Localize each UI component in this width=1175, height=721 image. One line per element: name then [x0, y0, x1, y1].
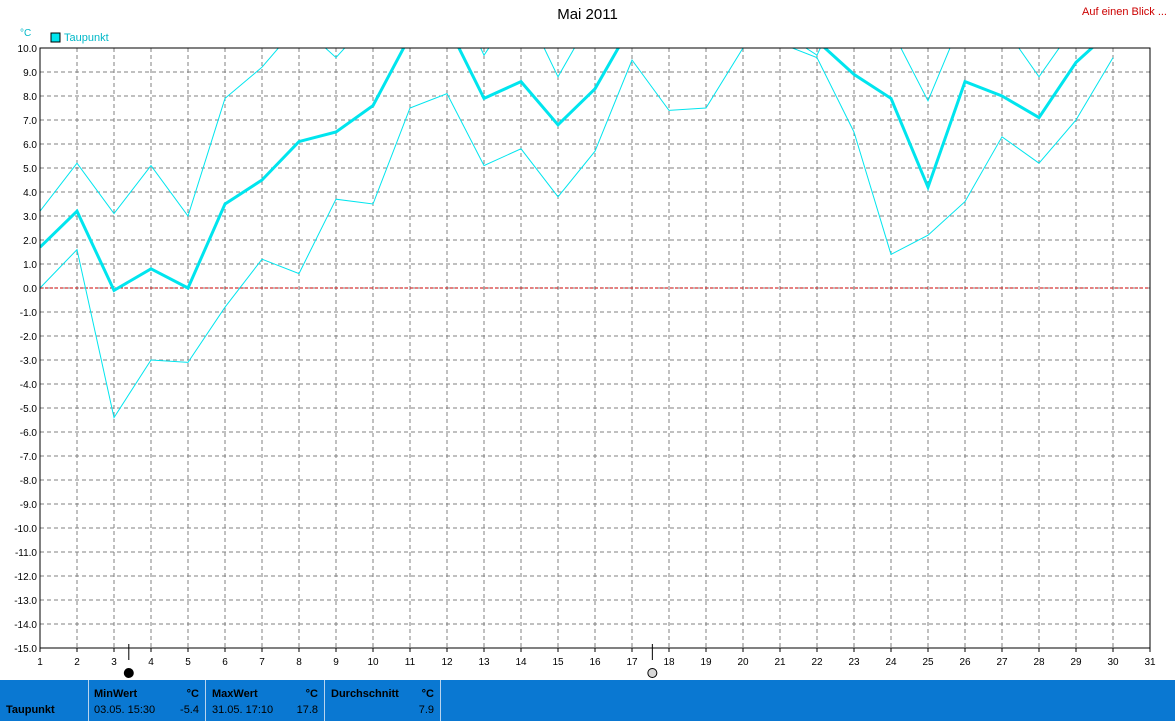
x-tick-label: 3 [111, 657, 117, 668]
x-tick-label: 13 [478, 657, 490, 668]
moon-markers [123, 644, 658, 678]
y-tick-label: 3.0 [23, 212, 37, 223]
x-tick-label: 11 [405, 657, 416, 668]
x-tick-label: 15 [552, 657, 564, 668]
y-tick-label: -5.0 [20, 404, 38, 415]
series-line-min [40, 48, 1114, 419]
x-tick-label: 4 [148, 657, 154, 668]
legend-label: Taupunkt [64, 32, 109, 44]
y-tick-label: -7.0 [20, 452, 38, 463]
stats-min-unit: °C [186, 688, 199, 700]
y-tick-label: -10.0 [14, 524, 37, 535]
y-tick-label: -8.0 [20, 476, 38, 487]
stats-min-cell: MinWert °C 03.05. 15:30 -5.4 [88, 680, 206, 721]
x-tick-label: 12 [441, 657, 453, 668]
y-tick-label: -4.0 [20, 380, 38, 391]
x-tick-label: 5 [185, 657, 191, 668]
series-line-avg [40, 48, 1095, 293]
stats-max-unit: °C [305, 688, 318, 700]
x-tick-label: 8 [296, 657, 302, 668]
x-tick-label: 24 [885, 657, 897, 668]
dewpoint-chart: 10.0 9.0 8.0 7.0 6.0 5.0 4.0 3.0 2.0 1.0 0.0 -1.0 -2… [14, 28, 1156, 678]
y-tick-label: 1.0 [23, 260, 37, 271]
y-tick-label: 4.0 [23, 188, 37, 199]
x-tick-label: 27 [996, 657, 1008, 668]
plot-frame [39, 47, 1151, 649]
x-tick-label: 31 [1144, 657, 1156, 668]
x-tick-label: 2 [74, 657, 80, 668]
stats-max-label: MaxWert [212, 688, 258, 700]
stats-min-value: -5.4 [180, 704, 199, 716]
y-tick-label: -3.0 [20, 356, 38, 367]
grid [40, 48, 1150, 648]
x-tick-label: 7 [259, 657, 265, 668]
x-tick-label: 20 [737, 657, 749, 668]
x-tick-label: 23 [848, 657, 860, 668]
stats-avg-unit: °C [421, 688, 434, 700]
x-tick-label: 28 [1033, 657, 1045, 668]
y-tick-label: -9.0 [20, 500, 38, 511]
y-tick-label: 2.0 [23, 236, 37, 247]
y-tick-label: -11.0 [15, 548, 37, 559]
stats-min-label: MinWert [94, 688, 138, 700]
y-tick-label: 9.0 [23, 68, 37, 79]
x-tick-label: 30 [1107, 657, 1119, 668]
x-tick-label: 16 [589, 657, 601, 668]
x-tick-label: 22 [811, 657, 823, 668]
legend: Taupunkt [50, 32, 109, 44]
y-axis-unit: °C [20, 28, 31, 39]
full-moon-icon [647, 668, 658, 678]
y-tick-label: -15.0 [14, 644, 37, 655]
stats-max-value: 17.8 [296, 704, 318, 716]
y-tick-label: -12.0 [14, 572, 37, 583]
x-tick-label: 6 [222, 657, 228, 668]
stats-avg-value: 7.9 [418, 704, 434, 716]
x-tick-label: 29 [1070, 657, 1082, 668]
y-tick-label: 10.0 [18, 44, 38, 55]
x-tick-label: 26 [959, 657, 971, 668]
y-tick-label: -1.0 [20, 308, 38, 319]
x-tick-label: 10 [367, 657, 379, 668]
y-tick-labels: 10.0 9.0 8.0 7.0 6.0 5.0 4.0 3.0 2.0 1.0 0.0 -1.0 -2… [14, 44, 37, 655]
x-tick-label: 18 [663, 657, 675, 668]
stats-max-cell: MaxWert °C 31.05. 17:10 17.8 [206, 680, 325, 721]
stats-bar: Taupunkt MinWert °C 03.05. 15:30 -5.4 Ma… [0, 680, 1175, 721]
legend-swatch [50, 32, 61, 43]
y-tick-label: 6.0 [23, 140, 37, 151]
x-tick-label: 25 [922, 657, 934, 668]
x-tick-label: 1 [37, 657, 43, 668]
x-tick-label: 14 [515, 657, 527, 668]
stats-avg-cell: Durchschnitt °C 7.9 [325, 680, 441, 721]
y-tick-label: -14.0 [14, 620, 37, 631]
y-tick-label: -13.0 [14, 596, 37, 607]
x-tick-label: 9 [333, 657, 339, 668]
stats-series-name: Taupunkt [6, 704, 55, 716]
new-moon-icon [123, 668, 134, 678]
y-tick-label: 7.0 [23, 116, 37, 127]
x-tick-labels: 1 2 3 4 5 6 7 8 9 10 11 12 13 14 15 16 17 18 19 20 21 22 23 24 2… [37, 657, 1156, 668]
x-tick-label: 17 [626, 657, 638, 668]
stats-min-date: 03.05. 15:30 [94, 704, 156, 716]
series-group [40, 48, 1114, 419]
stats-avg-label: Durchschnitt [331, 688, 399, 700]
x-tick-label: 19 [700, 657, 712, 668]
y-tick-label: -2.0 [20, 332, 38, 343]
stats-series-cell: Taupunkt [0, 680, 89, 721]
y-tick-label: 8.0 [23, 92, 37, 103]
y-tick-label: 0.0 [23, 284, 37, 295]
y-tick-label: -6.0 [20, 428, 38, 439]
y-tick-label: 5.0 [23, 164, 37, 175]
x-tick-label: 21 [774, 657, 786, 668]
stats-max-date: 31.05. 17:10 [212, 704, 274, 716]
